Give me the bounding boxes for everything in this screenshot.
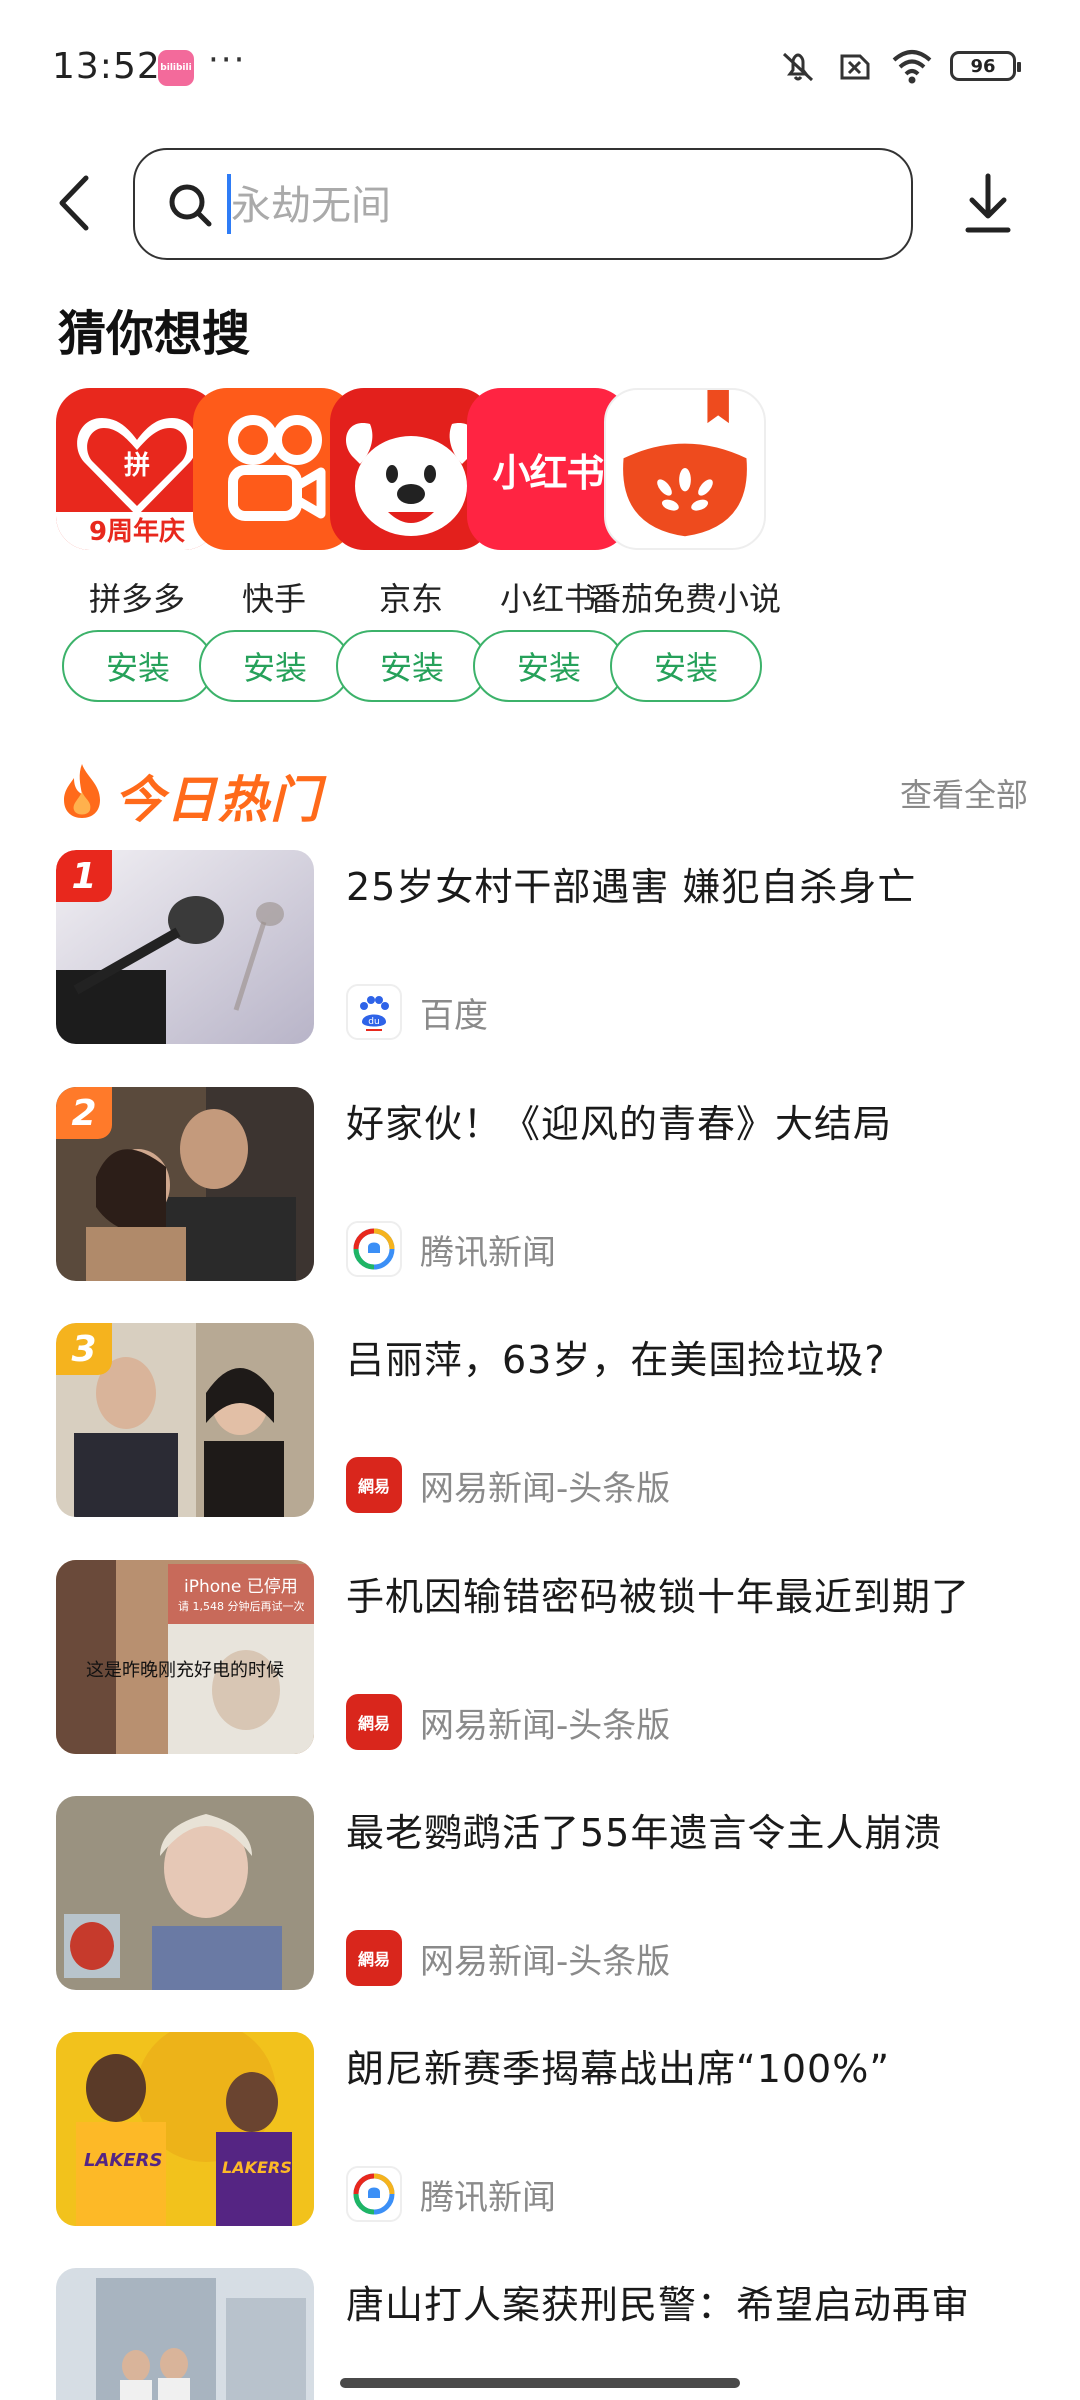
- install-button[interactable]: 安装: [199, 630, 351, 702]
- news-item[interactable]: 1 25岁女村干部遇害 嫌犯自杀身亡 du 百度: [56, 850, 1026, 1044]
- news-source: 網易 网易新闻-头条版: [346, 1694, 670, 1750]
- news-title[interactable]: 唐山打人案获刑民警：希望启动再审: [346, 2274, 970, 2329]
- news-source: du 百度: [346, 984, 488, 1040]
- pinduoduo-badge: 9周年庆: [89, 516, 185, 547]
- elderly-woman-image: [56, 1796, 314, 1990]
- news-thumbnail[interactable]: 1: [56, 850, 314, 1044]
- news-thumbnail[interactable]: 2: [56, 1087, 314, 1281]
- news-thumbnail[interactable]: [56, 1796, 314, 1990]
- rank-badge: 2: [56, 1087, 112, 1139]
- guess-section-title: 猜你想搜: [58, 306, 251, 362]
- news-item[interactable]: 2 好家伙！《迎风的青春》大结局 腾讯新闻: [56, 1087, 1026, 1281]
- status-time: 13:52: [52, 46, 161, 87]
- hot-section-header: 今日热门 查看全部: [58, 756, 1028, 829]
- news-source: 腾讯新闻: [346, 1221, 556, 1277]
- news-thumbnail[interactable]: iPhone 已停用 请 1,548 分钟后再试一次 这是昨晚刚充好电的时候: [56, 1560, 314, 1754]
- source-name: 腾讯新闻: [420, 2177, 556, 2218]
- caption-text: 这是昨晚刚充好电的时候: [86, 1660, 284, 1681]
- app-fanqie-novel[interactable]: 番茄免费小说 安装: [589, 388, 814, 708]
- netease-news-logo-icon: 網易: [346, 1930, 402, 1986]
- news-source: 網易 网易新闻-头条版: [346, 1930, 670, 1986]
- news-title[interactable]: 吕丽萍，63岁，在美国捡垃圾?: [346, 1329, 886, 1384]
- source-name: 网易新闻-头条版: [420, 1941, 671, 1982]
- news-item[interactable]: iPhone 已停用 请 1,548 分钟后再试一次 这是昨晚刚充好电的时候 手…: [56, 1560, 1026, 1754]
- netease-news-logo-icon: 網易: [346, 1694, 402, 1750]
- news-title[interactable]: 朗尼新赛季揭幕战出席“100%”: [346, 2038, 890, 2093]
- more-notifications-icon: ···: [208, 40, 247, 80]
- source-name: 腾讯新闻: [420, 1232, 556, 1273]
- tomato-logo-icon: [623, 390, 747, 537]
- flame-icon: [64, 764, 100, 818]
- source-name: 网易新闻-头条版: [420, 1705, 671, 1746]
- search-icon: [169, 184, 212, 227]
- search-bar[interactable]: [133, 148, 913, 260]
- install-button[interactable]: 安装: [336, 630, 488, 702]
- battery-icon: 96: [950, 51, 1021, 81]
- install-button[interactable]: 安装: [62, 630, 214, 702]
- app-name: 番茄免费小说: [588, 580, 781, 618]
- source-name: 网易新闻-头条版: [420, 1468, 671, 1509]
- search-input[interactable]: [231, 176, 871, 236]
- building-photo-image: [56, 2268, 314, 2400]
- basketball-players-image: [56, 2032, 314, 2226]
- news-item[interactable]: 最老鹦鹉活了55年遗言令主人崩溃 網易 网易新闻-头条版: [56, 1796, 1026, 1990]
- phone-screen-text: iPhone 已停用: [184, 1577, 298, 1597]
- mute-icon: [782, 52, 814, 82]
- news-item[interactable]: 3 吕丽萍，63岁，在美国捡垃圾? 網易 网易新闻-头条版: [56, 1323, 1026, 1517]
- rank-badge: 1: [56, 850, 112, 902]
- news-title[interactable]: 25岁女村干部遇害 嫌犯自杀身亡: [346, 856, 916, 911]
- baidu-logo-icon: du: [346, 984, 402, 1040]
- rank-badge: 3: [56, 1323, 112, 1375]
- bilibili-app-icon: bilibili: [158, 50, 194, 86]
- back-arrow-icon[interactable]: [52, 170, 98, 236]
- jersey-text: LAKERS: [222, 2158, 292, 2177]
- news-thumbnail[interactable]: 3: [56, 1323, 314, 1517]
- wifi-icon: [892, 50, 932, 84]
- home-indicator[interactable]: [340, 2378, 740, 2388]
- svg-text:拼: 拼: [124, 451, 150, 481]
- news-title[interactable]: 好家伙！《迎风的青春》大结局: [346, 1093, 892, 1148]
- hot-section-title: 今日热门: [114, 771, 322, 829]
- phone-screen-subtext: 请 1,548 分钟后再试一次: [178, 1600, 305, 1613]
- battery-level: 96: [970, 55, 996, 77]
- news-source: 腾讯新闻: [346, 2166, 556, 2222]
- tencent-news-logo-icon: [346, 2166, 402, 2222]
- status-bar: 13:52 bilibili ··· 96: [0, 0, 1080, 120]
- install-button[interactable]: 安装: [473, 630, 625, 702]
- news-source: 網易 网易新闻-头条版: [346, 1457, 670, 1513]
- jersey-text: LAKERS: [84, 2150, 163, 2171]
- fanqie-app-icon[interactable]: [604, 388, 766, 550]
- xiaohongshu-logo-text: 小红书: [492, 450, 604, 495]
- system-icons: 96: [778, 46, 1021, 86]
- news-title[interactable]: 手机因输错密码被锁十年最近到期了: [346, 1566, 970, 1621]
- sim-off-icon: [840, 54, 870, 80]
- news-title[interactable]: 最老鹦鹉活了55年遗言令主人崩溃: [346, 1802, 942, 1857]
- suggested-apps: 拼 9周年庆 拼多多 安装 快手 安装 京东 安装 小红书 小红书 安装 番茄免…: [56, 388, 1080, 708]
- tencent-news-logo-icon: [346, 1221, 402, 1277]
- svg-text:du: du: [368, 1017, 379, 1027]
- source-name: 百度: [420, 995, 488, 1036]
- news-thumbnail[interactable]: LAKERS LAKERS: [56, 2032, 314, 2226]
- news-item[interactable]: LAKERS LAKERS 朗尼新赛季揭幕战出席“100%” 腾讯新闻: [56, 2032, 1026, 2226]
- view-all-link[interactable]: 查看全部: [900, 770, 1028, 816]
- install-button[interactable]: 安装: [610, 630, 762, 702]
- news-thumbnail[interactable]: [56, 2268, 314, 2400]
- download-icon[interactable]: [958, 168, 1018, 240]
- netease-news-logo-icon: 網易: [346, 1457, 402, 1513]
